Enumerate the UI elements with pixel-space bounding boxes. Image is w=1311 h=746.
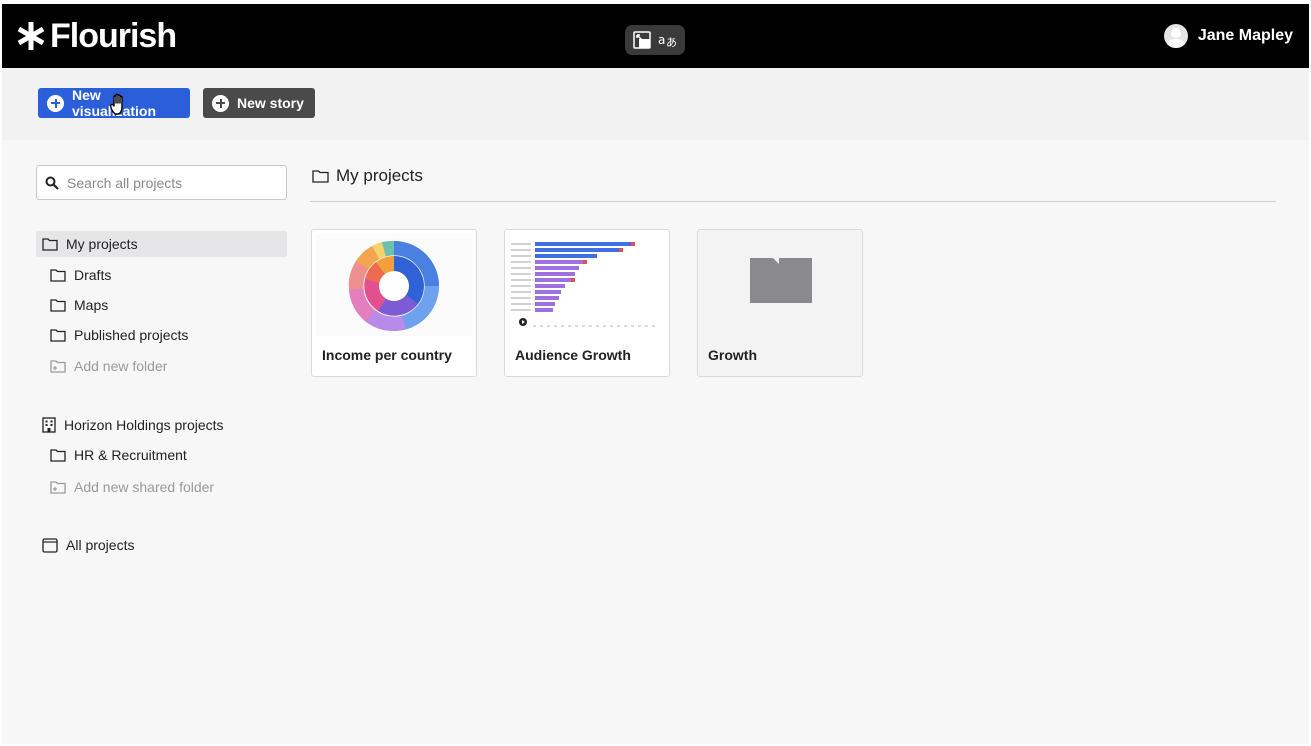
add-new-shared-folder-button[interactable]: Add new shared folder [50,474,214,500]
sidebar-item-all-projects[interactable]: All projects [42,532,134,558]
sidebar-item-published-projects[interactable]: Published projects [50,322,188,348]
plus-circle-icon [47,94,64,112]
screen-swap-icon[interactable] [631,29,653,51]
card-title: Growth [708,347,757,363]
sidebar-item-label: Horizon Holdings projects [64,417,224,433]
section-title-text: My projects [336,166,423,185]
sidebar-item-label: All projects [66,537,135,553]
search-input[interactable] [67,174,267,191]
sidebar-item-horizon-holdings[interactable]: Horizon Holdings projects [42,412,224,438]
building-icon [42,417,56,433]
sidebar-item-hr-recruitment[interactable]: HR & Recruitment [50,442,187,468]
box-icon [42,538,58,553]
folder-icon [50,329,66,342]
sidebar-item-maps[interactable]: Maps [50,292,108,318]
search-icon [45,176,59,190]
sunburst-thumbnail [316,234,472,336]
plus-circle-icon [212,94,229,112]
folder-icon [42,238,58,251]
user-name: Jane Mapley [1197,27,1293,44]
project-card-audience-growth[interactable]: Audience Growth [504,229,670,377]
folder-icon [750,258,812,303]
flourish-logo[interactable]: Flourish [16,16,177,56]
action-bar: New visualization New story [2,68,1309,140]
sidebar-item-label: Published projects [74,327,189,343]
search-projects-field[interactable] [36,165,287,200]
add-new-folder-button[interactable]: Add new folder [50,353,167,379]
add-folder-icon [50,481,66,494]
translate-icon[interactable]: a あ [657,29,679,51]
sidebar-item-my-projects[interactable]: My projects [36,231,287,257]
folder-icon [312,170,329,183]
section-title: My projects [312,166,423,186]
folder-icon [50,449,66,462]
project-folder-growth[interactable]: Growth [697,229,863,377]
user-menu[interactable]: Jane Mapley [1163,24,1293,48]
sidebar-item-drafts[interactable]: Drafts [50,262,111,288]
new-story-label: New story [237,95,304,111]
add-folder-icon [50,360,66,373]
folder-icon [50,299,66,312]
card-title: Audience Growth [515,347,631,363]
top-navigation-bar: Flourish a あ Jane Mapley [2,4,1309,68]
logo-text: Flourish [50,16,177,55]
bar-chart-race-thumbnail [509,234,665,336]
sidebar-item-label: My projects [66,236,138,252]
hand-cursor-icon [110,93,123,115]
folder-icon [50,269,66,282]
translate-toolbar: a あ [625,25,685,55]
new-story-button[interactable]: New story [203,88,315,118]
card-title: Income per country [322,347,452,363]
add-new-shared-folder-label: Add new shared folder [74,479,215,495]
sidebar-item-label: HR & Recruitment [74,447,187,463]
app-window: Flourish a あ Jane Mapley New New story S… [2,4,1309,744]
add-new-folder-label: Add new folder [74,358,168,374]
svg-text:a: a [658,33,665,47]
sidebar-item-label: Maps [74,297,109,313]
asterisk-logo-icon [17,22,45,50]
svg-text:あ: あ [666,36,677,48]
user-avatar-icon [1163,24,1188,48]
sidebar-item-label: Drafts [74,267,112,283]
section-divider [310,201,1276,202]
project-card-income-per-country[interactable]: Income per country [311,229,477,377]
